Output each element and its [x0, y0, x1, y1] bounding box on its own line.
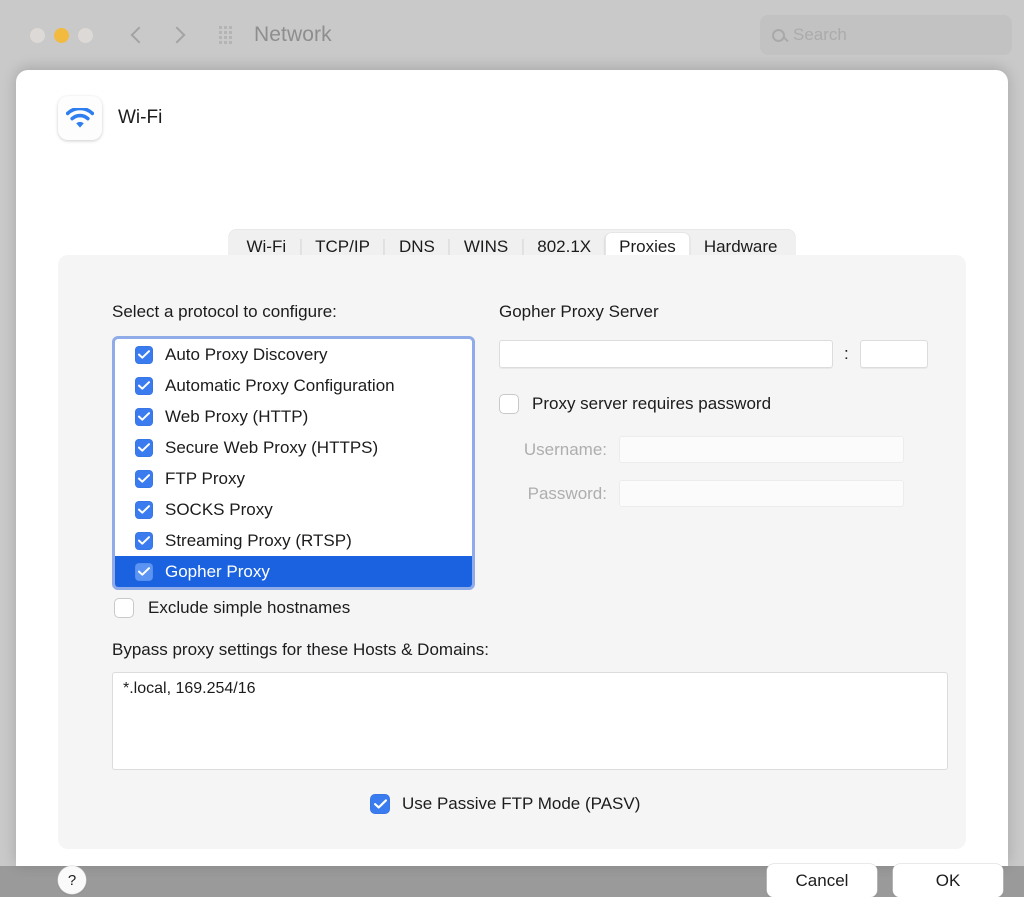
navigation-buttons	[133, 29, 183, 41]
sheet-header: Wi-Fi	[16, 70, 1008, 140]
password-row: Password:	[499, 480, 949, 507]
username-row: Username:	[499, 436, 949, 463]
checkbox-checked-icon[interactable]	[135, 563, 153, 581]
list-item-label: Web Proxy (HTTP)	[165, 407, 308, 427]
window-titlebar: Network Search	[0, 0, 1024, 70]
username-label: Username:	[499, 440, 607, 460]
checkbox-unchecked-icon[interactable]	[114, 598, 134, 618]
requires-password-label: Proxy server requires password	[532, 394, 771, 414]
zoom-window-button[interactable]	[78, 28, 93, 43]
checkbox-checked-icon[interactable]	[135, 377, 153, 395]
passive-ftp-label: Use Passive FTP Mode (PASV)	[402, 794, 640, 814]
list-item-label: Streaming Proxy (RTSP)	[165, 531, 352, 551]
forward-chevron-icon[interactable]	[169, 27, 186, 44]
bypass-label: Bypass proxy settings for these Hosts & …	[112, 640, 489, 660]
list-item[interactable]: Secure Web Proxy (HTTPS)	[115, 432, 472, 463]
checkbox-unchecked-icon[interactable]	[499, 394, 519, 414]
username-field[interactable]	[619, 436, 904, 463]
ok-button[interactable]: OK	[893, 864, 1003, 897]
page-title: Network	[254, 23, 332, 47]
proxies-settings-sheet: Wi-Fi Wi-Fi TCP/IP DNS WINS 802.1X Proxi…	[16, 70, 1008, 866]
help-button[interactable]: ?	[58, 866, 86, 894]
traffic-light-group	[30, 28, 93, 43]
list-item[interactable]: Automatic Proxy Configuration	[115, 370, 472, 401]
network-preferences-window: Network Search Wi-Fi Wi-Fi TCP/IP DNS	[0, 0, 1024, 866]
host-port-separator: :	[844, 344, 849, 364]
exclude-simple-hostnames-label: Exclude simple hostnames	[148, 598, 350, 618]
checkbox-checked-icon[interactable]	[135, 346, 153, 364]
requires-password-row[interactable]: Proxy server requires password	[499, 394, 949, 414]
password-label: Password:	[499, 484, 607, 504]
list-item-label: Auto Proxy Discovery	[165, 345, 328, 365]
list-item[interactable]: Auto Proxy Discovery	[115, 339, 472, 370]
protocol-section-label: Select a protocol to configure:	[112, 302, 475, 322]
proxy-host-input[interactable]	[499, 340, 833, 368]
list-item[interactable]: Web Proxy (HTTP)	[115, 401, 472, 432]
proxy-port-input[interactable]	[860, 340, 928, 368]
proxy-server-address-row: :	[499, 340, 949, 368]
protocol-list[interactable]: Auto Proxy Discovery Automatic Proxy Con…	[112, 336, 475, 590]
list-item-label: Automatic Proxy Configuration	[165, 376, 395, 396]
list-item-label: SOCKS Proxy	[165, 500, 273, 520]
search-icon	[772, 29, 785, 42]
passive-ftp-row[interactable]: Use Passive FTP Mode (PASV)	[370, 794, 640, 814]
list-item[interactable]: FTP Proxy	[115, 463, 472, 494]
password-field[interactable]	[619, 480, 904, 507]
proxy-server-section: Gopher Proxy Server : Proxy server requi…	[499, 302, 949, 507]
checkbox-checked-icon[interactable]	[135, 408, 153, 426]
back-chevron-icon[interactable]	[131, 27, 148, 44]
list-item-selected[interactable]: Gopher Proxy	[115, 556, 472, 587]
exclude-simple-hostnames-row[interactable]: Exclude simple hostnames	[114, 598, 350, 618]
checkbox-checked-icon[interactable]	[370, 794, 390, 814]
minimize-window-button[interactable]	[54, 28, 69, 43]
list-item-label: Secure Web Proxy (HTTPS)	[165, 438, 378, 458]
list-item-label: FTP Proxy	[165, 469, 245, 489]
list-item[interactable]: SOCKS Proxy	[115, 494, 472, 525]
proxy-server-title: Gopher Proxy Server	[499, 302, 949, 322]
checkbox-checked-icon[interactable]	[135, 532, 153, 550]
list-item-label: Gopher Proxy	[165, 562, 270, 582]
wifi-icon	[58, 96, 102, 140]
checkbox-checked-icon[interactable]	[135, 470, 153, 488]
list-item[interactable]: Streaming Proxy (RTSP)	[115, 525, 472, 556]
close-window-button[interactable]	[30, 28, 45, 43]
search-placeholder: Search	[793, 25, 847, 45]
checkbox-checked-icon[interactable]	[135, 501, 153, 519]
protocol-section: Select a protocol to configure: Auto Pro…	[112, 302, 475, 590]
service-name: Wi-Fi	[118, 107, 162, 129]
checkbox-checked-icon[interactable]	[135, 439, 153, 457]
bypass-textarea[interactable]: *.local, 169.254/16	[112, 672, 948, 770]
search-field[interactable]: Search	[760, 15, 1012, 55]
show-all-grid-icon[interactable]	[219, 26, 232, 44]
cancel-button[interactable]: Cancel	[767, 864, 877, 897]
credentials-group: Username: Password:	[499, 436, 949, 507]
